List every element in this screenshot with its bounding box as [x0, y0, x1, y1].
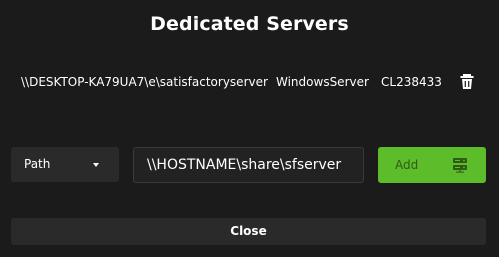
delete-server-button[interactable] [459, 73, 475, 91]
server-path: \\DESKTOP-KA79UA7\e\satisfactoryserver [21, 75, 268, 89]
trash-icon [460, 74, 474, 89]
server-icon [453, 158, 467, 173]
close-button[interactable]: Close [11, 218, 486, 245]
chevron-down-icon [93, 163, 99, 167]
server-cl: CL238433 [381, 75, 442, 89]
server-path-input[interactable] [133, 147, 364, 183]
add-server-button-label: Add [395, 158, 419, 172]
server-type-select[interactable]: Path [11, 147, 119, 182]
server-type-select-value: Path [24, 157, 51, 171]
dialog-title: Dedicated Servers [150, 13, 349, 35]
server-type: WindowsServer [276, 75, 369, 89]
add-server-button[interactable]: Add [378, 147, 486, 183]
